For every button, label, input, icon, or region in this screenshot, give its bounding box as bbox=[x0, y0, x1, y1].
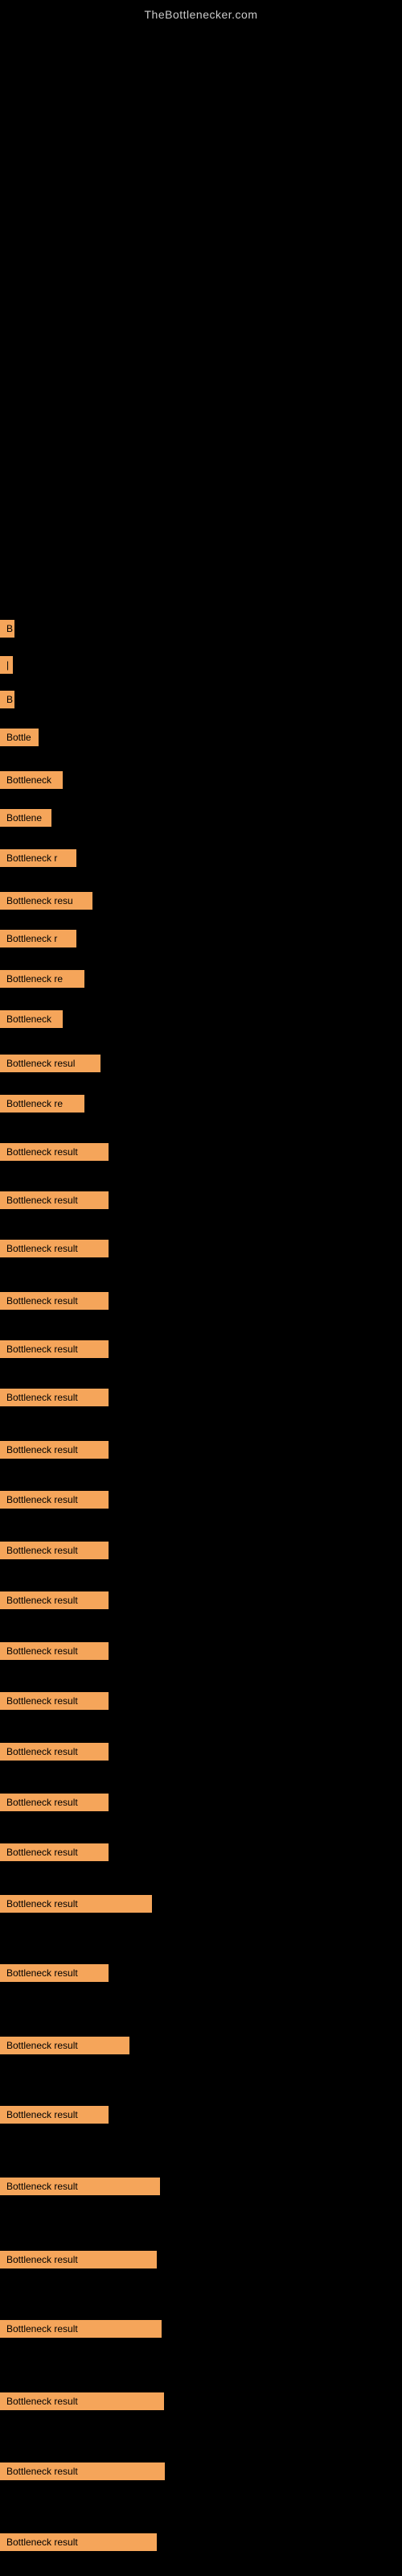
bottleneck-result-item: Bottleneck result bbox=[0, 2251, 157, 2268]
bottleneck-result-item: Bottleneck result bbox=[0, 1389, 109, 1406]
bottleneck-result-item: Bottleneck result bbox=[0, 1491, 109, 1509]
bottleneck-result-item: Bottleneck resul bbox=[0, 1055, 100, 1072]
bottleneck-result-item: B bbox=[0, 691, 14, 708]
bottleneck-result-item: Bottleneck result bbox=[0, 2037, 129, 2054]
bottleneck-result-item: Bottleneck result bbox=[0, 1542, 109, 1559]
bottleneck-result-item: Bottleneck bbox=[0, 771, 63, 789]
bottleneck-result-item: Bottleneck result bbox=[0, 2320, 162, 2338]
bottleneck-result-item: Bottleneck result bbox=[0, 1240, 109, 1257]
bottleneck-result-item: Bottleneck re bbox=[0, 970, 84, 988]
bottleneck-result-item: Bottleneck resu bbox=[0, 892, 92, 910]
bottleneck-result-item: Bottleneck result bbox=[0, 2392, 164, 2410]
bottleneck-result-item: Bottleneck result bbox=[0, 1895, 152, 1913]
bottleneck-result-item: Bottleneck result bbox=[0, 2178, 160, 2195]
bottleneck-result-item: Bottleneck result bbox=[0, 1794, 109, 1811]
bottleneck-result-item: Bottlene bbox=[0, 809, 51, 827]
bottleneck-result-item: Bottleneck result bbox=[0, 1843, 109, 1861]
bottleneck-result-item: Bottleneck result bbox=[0, 1143, 109, 1161]
bottleneck-result-item: Bottleneck r bbox=[0, 849, 76, 867]
bottleneck-result-item: Bottleneck bbox=[0, 1010, 63, 1028]
bottleneck-result-item: Bottleneck result bbox=[0, 1340, 109, 1358]
site-title: TheBottlenecker.com bbox=[0, 0, 402, 21]
bottleneck-result-item: Bottleneck result bbox=[0, 1642, 109, 1660]
bottleneck-result-item: | bbox=[0, 656, 13, 674]
bottleneck-result-item: Bottleneck re bbox=[0, 1095, 84, 1113]
bottleneck-result-item: Bottleneck result bbox=[0, 1292, 109, 1310]
bottleneck-result-item: Bottleneck result bbox=[0, 1591, 109, 1609]
bottleneck-result-item: Bottleneck result bbox=[0, 1692, 109, 1710]
bottleneck-result-item: Bottleneck r bbox=[0, 930, 76, 947]
bottleneck-result-item: B bbox=[0, 620, 14, 638]
bottleneck-result-item: Bottleneck result bbox=[0, 1191, 109, 1209]
bottleneck-result-item: Bottleneck result bbox=[0, 2462, 165, 2480]
bottleneck-result-item: Bottleneck result bbox=[0, 1964, 109, 1982]
bottleneck-result-item: Bottleneck result bbox=[0, 1441, 109, 1459]
bottleneck-result-item: Bottle bbox=[0, 729, 39, 746]
bottleneck-result-item: Bottleneck result bbox=[0, 2106, 109, 2124]
bottleneck-result-item: Bottleneck result bbox=[0, 2533, 157, 2551]
bottleneck-result-item: Bottleneck result bbox=[0, 1743, 109, 1761]
